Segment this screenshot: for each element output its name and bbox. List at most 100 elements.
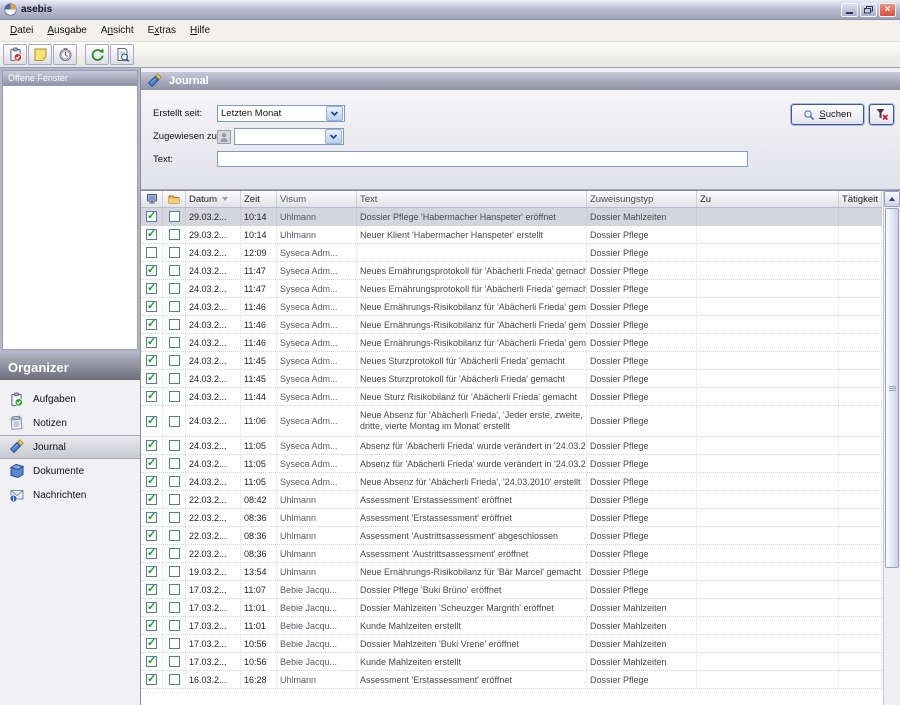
sidebar-item-nachrichten[interactable]: iNachrichten	[0, 483, 140, 507]
monitor-checkbox[interactable]	[146, 512, 157, 523]
text-filter-input[interactable]	[217, 151, 748, 167]
folder-checkbox[interactable]	[169, 476, 180, 487]
timer-button[interactable]	[53, 44, 77, 65]
monitor-checkbox[interactable]	[146, 229, 157, 240]
folder-checkbox[interactable]	[169, 211, 180, 222]
open-windows-list[interactable]	[2, 86, 138, 350]
folder-checkbox[interactable]	[169, 602, 180, 613]
monitor-checkbox[interactable]	[146, 211, 157, 222]
search-button[interactable]: Suchen	[791, 104, 864, 125]
monitor-checkbox[interactable]	[146, 674, 157, 685]
folder-checkbox[interactable]	[169, 584, 180, 595]
monitor-checkbox[interactable]	[146, 391, 157, 402]
folder-checkbox[interactable]	[169, 638, 180, 649]
monitor-checkbox[interactable]	[146, 584, 157, 595]
table-row[interactable]: 24.03.2...11:46Syseca Adm...Neue Ernähru…	[141, 316, 882, 334]
table-row[interactable]: 24.03.2...11:05Syseca Adm...Absenz für '…	[141, 455, 882, 473]
sidebar-item-aufgaben[interactable]: Aufgaben	[0, 387, 140, 411]
close-button[interactable]: ×	[879, 3, 896, 17]
column-header-c2[interactable]	[163, 191, 186, 207]
table-row[interactable]: 16.03.2...16:28UhlmannAssessment 'Erstas…	[141, 671, 882, 689]
table-row[interactable]: 24.03.2...11:05Syseca Adm...Neue Absenz …	[141, 473, 882, 491]
monitor-checkbox[interactable]	[146, 602, 157, 613]
table-row[interactable]: 22.03.2...08:42UhlmannAssessment 'Erstas…	[141, 491, 882, 509]
folder-checkbox[interactable]	[169, 494, 180, 505]
menu-hilfe[interactable]: Hilfe	[183, 22, 217, 39]
table-row[interactable]: 24.03.2...11:46Syseca Adm...Neue Ernähru…	[141, 334, 882, 352]
monitor-checkbox[interactable]	[146, 319, 157, 330]
folder-checkbox[interactable]	[169, 265, 180, 276]
menu-ansicht[interactable]: Ansicht	[94, 22, 141, 39]
monitor-checkbox[interactable]	[146, 494, 157, 505]
table-row[interactable]: 24.03.2...11:45Syseca Adm...Neues Sturzp…	[141, 352, 882, 370]
column-header-datum[interactable]: Datum	[186, 191, 241, 207]
monitor-checkbox[interactable]	[146, 265, 157, 276]
table-row[interactable]: 19.03.2...13:54UhlmannNeue Ernährungs-Ri…	[141, 563, 882, 581]
column-header-zu[interactable]: Zu	[697, 191, 839, 207]
table-row[interactable]: 24.03.2...11:44Syseca Adm...Neue Sturz R…	[141, 388, 882, 406]
clear-filter-button[interactable]	[869, 104, 894, 125]
folder-checkbox[interactable]	[169, 301, 180, 312]
folder-checkbox[interactable]	[169, 247, 180, 258]
monitor-checkbox[interactable]	[146, 301, 157, 312]
folder-checkbox[interactable]	[169, 229, 180, 240]
sidebar-item-dokumente[interactable]: Dokumente	[0, 459, 140, 483]
folder-checkbox[interactable]	[169, 620, 180, 631]
folder-checkbox[interactable]	[169, 656, 180, 667]
table-row[interactable]: 24.03.2...11:47Syseca Adm...Neues Ernähr…	[141, 262, 882, 280]
monitor-checkbox[interactable]	[146, 283, 157, 294]
folder-checkbox[interactable]	[169, 566, 180, 577]
monitor-checkbox[interactable]	[146, 458, 157, 469]
monitor-checkbox[interactable]	[146, 355, 157, 366]
table-row[interactable]: 17.03.2...11:07Bebie Jacqu...Dossier Pfl…	[141, 581, 882, 599]
table-row[interactable]: 17.03.2...10:56Bebie Jacqu...Dossier Mah…	[141, 635, 882, 653]
new-note-button[interactable]	[28, 44, 52, 65]
table-row[interactable]: 24.03.2...11:46Syseca Adm...Neue Ernähru…	[141, 298, 882, 316]
folder-checkbox[interactable]	[169, 337, 180, 348]
column-header-text[interactable]: Text	[357, 191, 587, 207]
monitor-checkbox[interactable]	[146, 373, 157, 384]
folder-checkbox[interactable]	[169, 416, 180, 427]
minimize-button[interactable]	[841, 3, 858, 17]
monitor-checkbox[interactable]	[146, 638, 157, 649]
table-row[interactable]: 24.03.2...11:45Syseca Adm...Neues Sturzp…	[141, 370, 882, 388]
monitor-checkbox[interactable]	[146, 530, 157, 541]
monitor-checkbox[interactable]	[146, 416, 157, 427]
folder-checkbox[interactable]	[169, 440, 180, 451]
table-row[interactable]: 17.03.2...10:56Bebie Jacqu...Kunde Mahlz…	[141, 653, 882, 671]
table-row[interactable]: 22.03.2...08:36UhlmannAssessment 'Erstas…	[141, 509, 882, 527]
table-row[interactable]: 29.03.2...10:14UhlmannDossier Pflege 'Ha…	[141, 208, 882, 226]
vertical-scrollbar[interactable]	[883, 191, 900, 705]
refresh-button[interactable]	[85, 44, 109, 65]
monitor-checkbox[interactable]	[146, 620, 157, 631]
folder-checkbox[interactable]	[169, 530, 180, 541]
table-row[interactable]: 29.03.2...10:14UhlmannNeuer Klient 'Habe…	[141, 226, 882, 244]
column-header-c1[interactable]	[141, 191, 163, 207]
monitor-checkbox[interactable]	[146, 337, 157, 348]
new-task-button[interactable]	[3, 44, 27, 65]
column-header-tätigkeit[interactable]: Tätigkeit	[839, 191, 882, 207]
monitor-checkbox[interactable]	[146, 476, 157, 487]
monitor-checkbox[interactable]	[146, 656, 157, 667]
monitor-checkbox[interactable]	[146, 247, 157, 258]
folder-checkbox[interactable]	[169, 512, 180, 523]
menu-extras[interactable]: Extras	[141, 22, 183, 39]
table-row[interactable]: 24.03.2...12:09Syseca Adm...Dossier Pfle…	[141, 244, 882, 262]
folder-checkbox[interactable]	[169, 373, 180, 384]
assigned-to-select[interactable]	[234, 128, 344, 145]
monitor-checkbox[interactable]	[146, 548, 157, 559]
folder-checkbox[interactable]	[169, 355, 180, 366]
sidebar-item-notizen[interactable]: Notizen	[0, 411, 140, 435]
table-row[interactable]: 22.03.2...08:36UhlmannAssessment 'Austri…	[141, 527, 882, 545]
folder-checkbox[interactable]	[169, 458, 180, 469]
table-row[interactable]: 17.03.2...11:01Bebie Jacqu...Kunde Mahlz…	[141, 617, 882, 635]
print-preview-button[interactable]	[110, 44, 134, 65]
column-header-visum[interactable]: Visum	[277, 191, 357, 207]
scroll-up-button[interactable]	[884, 191, 900, 207]
table-row[interactable]: 17.03.2...11:01Bebie Jacqu...Dossier Mah…	[141, 599, 882, 617]
chevron-down-icon[interactable]	[325, 129, 342, 144]
folder-checkbox[interactable]	[169, 391, 180, 402]
scrollbar-thumb[interactable]	[885, 208, 899, 568]
folder-checkbox[interactable]	[169, 319, 180, 330]
created-since-select[interactable]: Letzten Monat	[217, 105, 345, 122]
